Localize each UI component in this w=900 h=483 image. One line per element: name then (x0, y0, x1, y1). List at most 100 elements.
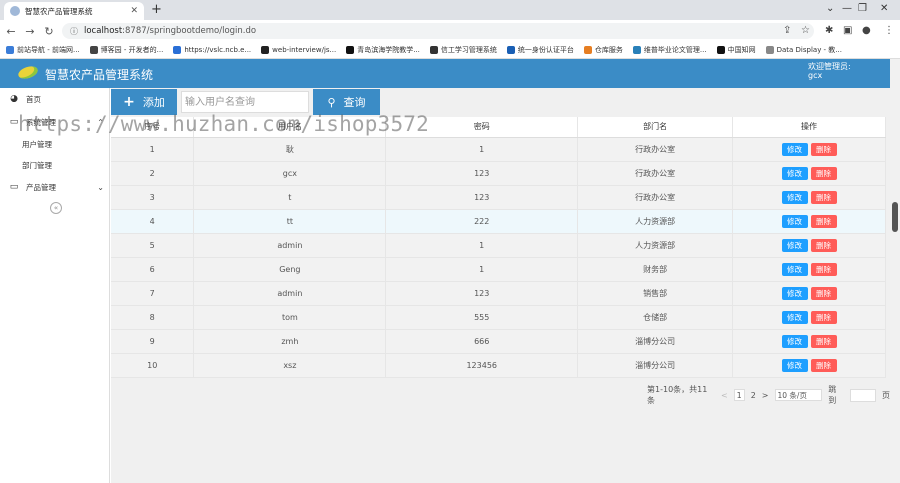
table-row: 2 gcx 123 行政办公室 修改 删除 (111, 161, 886, 186)
edit-button[interactable]: 修改 (781, 142, 808, 156)
delete-button[interactable]: 删除 (810, 262, 837, 276)
delete-button[interactable]: 删除 (810, 358, 837, 372)
cell-index: 5 (111, 233, 195, 258)
sidebar-item-departments[interactable]: 部门管理 (0, 155, 110, 175)
bookmark-item[interactable]: 信工学习管理系统 (429, 45, 497, 55)
profile-icon[interactable]: ● (862, 24, 871, 38)
table-row: 9 zmh 666 淄博分公司 修改 删除 (111, 329, 886, 354)
edit-button[interactable]: 修改 (781, 334, 808, 348)
edit-button[interactable]: 修改 (781, 286, 808, 300)
page-2-button[interactable]: 2 (751, 391, 756, 400)
jump-label: 跳到 (828, 385, 837, 405)
page-1-button[interactable]: 1 (733, 389, 745, 401)
query-button[interactable]: ⚲ 查询 (313, 89, 380, 115)
app-header: 智慧农产品管理系统 欢迎管理员: gcx (0, 59, 890, 88)
bookmark-item[interactable]: web-interview/js... (261, 46, 336, 54)
add-button[interactable]: + 添加 (111, 89, 177, 115)
url-field[interactable]: ⓘ localhost:8787/springbootdemo/login.do (62, 23, 814, 39)
sidebar-item-system[interactable]: ▭ 系统管理 ⌃ (0, 112, 110, 132)
column-header: 用户名 (193, 117, 387, 138)
minimize-icon[interactable]: — (842, 2, 852, 16)
delete-button[interactable]: 删除 (810, 310, 837, 324)
delete-button[interactable]: 删除 (810, 238, 837, 252)
current-user: gcx (808, 71, 823, 80)
cell-password: 1 (385, 137, 579, 162)
edit-button[interactable]: 修改 (781, 166, 808, 180)
browser-tab[interactable]: 智慧农产品管理系统 ✕ (4, 2, 144, 20)
bookmark-item[interactable]: 青岛滨海学院教学... (346, 45, 420, 55)
tab-close-icon[interactable]: ✕ (130, 6, 138, 16)
bookmark-item[interactable]: 中国知网 (716, 45, 756, 55)
cell-actions: 修改 删除 (732, 209, 886, 234)
edit-button[interactable]: 修改 (781, 238, 808, 252)
edit-button[interactable]: 修改 (781, 310, 808, 324)
window-menu-icon[interactable]: ⌄ (826, 2, 834, 16)
cell-index: 10 (111, 353, 195, 378)
cell-actions: 修改 删除 (732, 161, 886, 186)
share-icon[interactable]: ⇪ (783, 24, 791, 38)
prev-page-icon[interactable]: < (721, 391, 728, 400)
pagination: 第1-10条，共11条 < 1 2 > 10 条/页 跳到 页 (647, 385, 890, 405)
table-row: 1 耿 1 行政办公室 修改 删除 (111, 137, 886, 162)
bookmark-star-icon[interactable]: ☆ (801, 24, 810, 38)
delete-button[interactable]: 删除 (810, 334, 837, 348)
cell-department: 行政办公室 (577, 137, 734, 162)
bookmark-item[interactable]: https://vslc.ncb.e... (173, 46, 251, 54)
bookmark-label: 中国知网 (727, 46, 756, 54)
bookmark-item[interactable]: 博客园 - 开发者的... (89, 45, 163, 55)
delete-button[interactable]: 删除 (810, 190, 837, 204)
cell-password: 123456 (385, 353, 579, 378)
tab-title: 智慧农产品管理系统 (25, 6, 93, 16)
edit-button[interactable]: 修改 (781, 262, 808, 276)
cell-username: admin (193, 281, 387, 306)
collapse-sidebar-icon[interactable]: « (50, 202, 62, 214)
scrollbar-thumb[interactable] (892, 202, 898, 232)
table-row: 10 xsz 123456 淄博分公司 修改 删除 (111, 353, 886, 378)
jump-page-input[interactable] (850, 388, 876, 402)
page-size-select[interactable]: 10 条/页 (774, 389, 823, 401)
reload-icon[interactable]: ↻ (41, 25, 57, 38)
page-scrollbar[interactable] (890, 59, 900, 483)
cell-actions: 修改 删除 (732, 257, 886, 282)
table-row: 7 admin 123 销售部 修改 删除 (111, 281, 886, 306)
extensions-icon[interactable]: ✱ (825, 24, 833, 38)
site-info-icon[interactable]: ⓘ (70, 26, 78, 37)
bookmark-item[interactable]: 统一身份认证平台 (506, 45, 574, 55)
table-header-row: 序号 用户名 密码 部门名 操作 (111, 117, 886, 138)
sidebar-item-products[interactable]: ▭ 产品管理 ⌄ (0, 177, 110, 197)
bookmark-favicon-icon (506, 46, 515, 54)
cell-password: 123 (385, 185, 579, 210)
edit-button[interactable]: 修改 (781, 214, 808, 228)
sidebar-item-users[interactable]: 用户管理 (0, 134, 110, 154)
bookmark-item[interactable]: 仓库服务 (583, 45, 623, 55)
restore-icon[interactable]: ❐ (858, 2, 867, 16)
bookmark-item[interactable]: 维普毕业论文管理... (632, 45, 707, 55)
delete-button[interactable]: 删除 (810, 214, 837, 228)
bookmark-label: web-interview/js... (272, 46, 337, 54)
back-icon[interactable]: ← (3, 25, 19, 38)
next-page-icon[interactable]: > (762, 391, 769, 400)
edit-button[interactable]: 修改 (781, 190, 808, 204)
sidepanel-icon[interactable]: ▣ (843, 24, 852, 38)
bookmark-label: 仓库服务 (594, 46, 623, 54)
edit-button[interactable]: 修改 (781, 358, 808, 372)
search-icon: ⚲ (327, 95, 336, 109)
forward-icon[interactable]: → (22, 25, 38, 38)
window-close-icon[interactable]: ✕ (880, 2, 888, 16)
browser-tab-bar: 智慧农产品管理系统 ✕ + ⌄ — ❐ ✕ (0, 0, 900, 20)
app-logo-icon (16, 64, 40, 81)
search-input[interactable] (181, 91, 309, 113)
address-bar: ← → ↻ ⓘ localhost:8787/springbootdemo/lo… (0, 20, 900, 42)
delete-button[interactable]: 删除 (810, 286, 837, 300)
new-tab-icon[interactable]: + (151, 2, 162, 18)
delete-button[interactable]: 删除 (810, 166, 837, 180)
cell-actions: 修改 删除 (732, 305, 886, 330)
bookmark-item[interactable]: 前站导航 - 前端网... (6, 45, 80, 55)
column-header: 序号 (111, 117, 195, 138)
chevron-down-icon: ⌄ (97, 182, 104, 192)
more-menu-icon[interactable]: ⋮ (884, 24, 894, 38)
cell-department: 财务部 (577, 257, 734, 282)
sidebar-item-home[interactable]: ◕ 首页 (0, 89, 110, 109)
bookmark-item[interactable]: Data Display - 教... (765, 45, 842, 55)
delete-button[interactable]: 删除 (810, 142, 837, 156)
